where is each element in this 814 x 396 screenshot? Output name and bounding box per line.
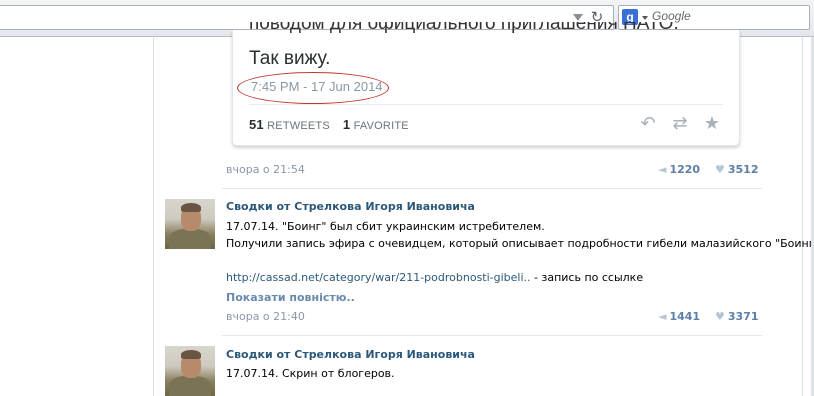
post-timestamp[interactable]: вчора о 21:54 <box>226 163 305 176</box>
post-author[interactable]: Сводки от Стрелкова Игоря Ивановича <box>226 200 475 213</box>
post-text-line: Получили запись эфира с очевидцем, котор… <box>226 237 814 250</box>
embedded-tweet: поводом для официального приглашения НАТ… <box>232 22 740 146</box>
repost-count[interactable]: ◄ 1220 <box>658 163 700 176</box>
heart-icon: ♥ <box>715 163 725 176</box>
megaphone-icon: ◄ <box>658 310 667 323</box>
post-author[interactable]: Сводки от Стрелкова Игоря Ивановича <box>226 348 475 361</box>
tweet-stats: 51 RETWEETS 1 FAVORITE <box>249 117 409 132</box>
tweet-timestamp[interactable]: 7:45 PM - 17 Jun 2014 <box>251 79 383 94</box>
search-placeholder: Google <box>652 9 691 23</box>
tweet-text-partial: поводом для официального приглашения НАТ… <box>249 22 679 34</box>
post-text-line: 17.07.14. Скрин от блогеров. <box>226 367 395 380</box>
megaphone-icon: ◄ <box>658 163 667 176</box>
like-count[interactable]: ♥ 3371 <box>715 310 759 323</box>
show-more-link[interactable]: Показати повністю.. <box>226 291 355 304</box>
avatar[interactable] <box>165 346 215 396</box>
heart-icon: ♥ <box>715 310 725 323</box>
post-link[interactable]: http://cassad.net/category/war/211-podro… <box>226 271 531 284</box>
post-text-line: 17.07.14. "Боинг" был сбит украинским ис… <box>226 220 545 233</box>
retweets-count[interactable]: 51 <box>249 117 264 132</box>
tweet-actions: ↶ ⇄ ★ <box>637 113 723 134</box>
tweet-text: Так вижу. <box>249 48 331 69</box>
favorites-count[interactable]: 1 <box>343 117 350 132</box>
post-timestamp[interactable]: вчора о 21:40 <box>226 310 305 323</box>
divider <box>249 104 723 105</box>
retweets-label[interactable]: RETWEETS <box>267 120 330 132</box>
post-separator <box>222 335 762 336</box>
avatar[interactable] <box>165 199 215 249</box>
reply-icon[interactable]: ↶ <box>637 113 659 134</box>
post-link-line: http://cassad.net/category/war/211-podro… <box>226 271 644 284</box>
repost-count[interactable]: ◄ 1441 <box>658 310 700 323</box>
like-count[interactable]: ♥ 3512 <box>715 163 759 176</box>
retweet-icon[interactable]: ⇄ <box>669 113 691 134</box>
search-engine-dropdown-icon[interactable] <box>642 16 648 20</box>
favorites-label[interactable]: FAVORITE <box>354 120 409 132</box>
history-dropdown-icon[interactable] <box>573 14 583 21</box>
star-icon[interactable]: ★ <box>701 113 723 134</box>
post-separator <box>222 188 762 189</box>
